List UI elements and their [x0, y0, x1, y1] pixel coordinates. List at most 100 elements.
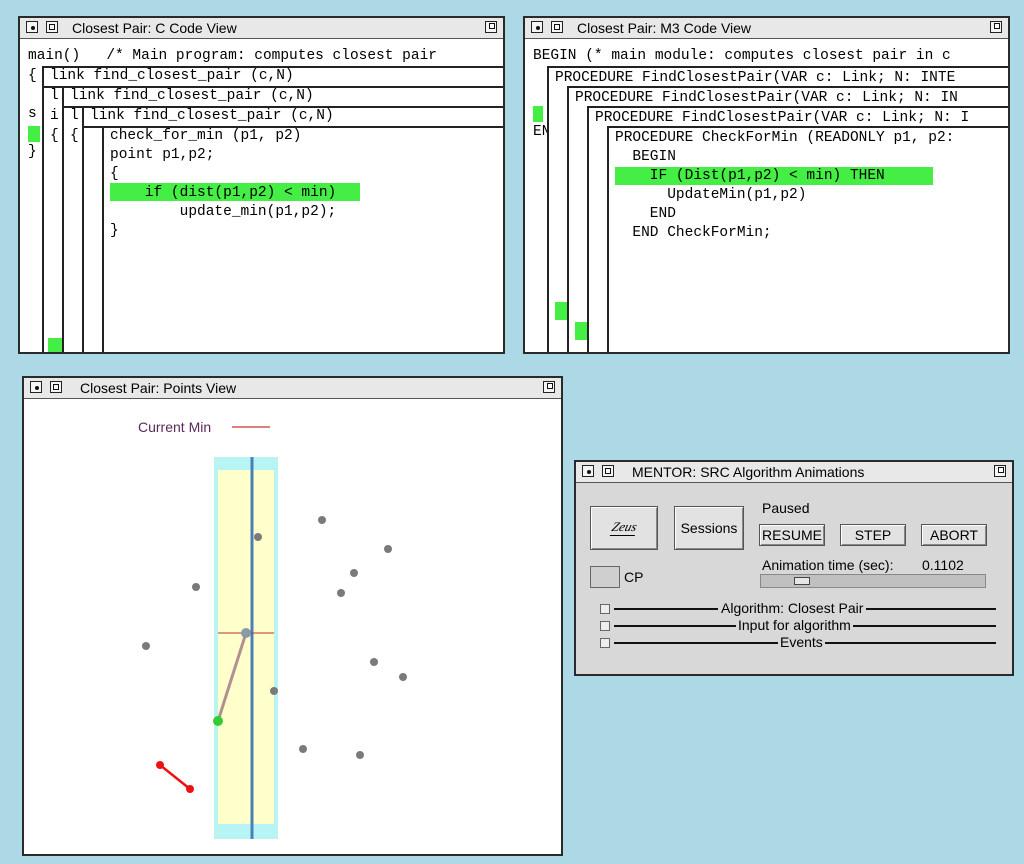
- code-line: {: [28, 68, 37, 84]
- iconify-icon[interactable]: [602, 465, 614, 477]
- point: [356, 751, 364, 759]
- iconify-icon[interactable]: [50, 381, 62, 393]
- algorithm-section[interactable]: Algorithm: Closest Pair: [600, 600, 996, 616]
- point: [318, 516, 326, 524]
- point: [370, 658, 378, 666]
- c-code-view-titlebar[interactable]: Closest Pair: C Code View: [20, 18, 503, 39]
- status-text: Paused: [762, 500, 810, 516]
- abort-label: ABORT: [930, 527, 978, 543]
- animation-time-value: 0.1102: [922, 557, 964, 573]
- events-section[interactable]: Events: [600, 634, 996, 650]
- point: [337, 589, 345, 597]
- code-line: BEGIN: [615, 149, 676, 165]
- candidate-point-green: [213, 716, 223, 726]
- min-pair-point: [186, 785, 194, 793]
- code-line: {: [70, 128, 79, 144]
- maximize-icon[interactable]: [485, 21, 497, 33]
- abort-button[interactable]: ABORT: [921, 524, 987, 546]
- candidate-strip: [218, 470, 274, 824]
- point: [384, 545, 392, 553]
- point: [192, 583, 200, 591]
- point: [350, 569, 358, 577]
- m3-code-view-window: Closest Pair: M3 Code View BEGIN (* main…: [523, 16, 1010, 354]
- code-pane-check-for-min[interactable]: link find_closest_pair (c,N) check_for_m…: [82, 106, 503, 352]
- iconify-icon[interactable]: [551, 21, 563, 33]
- code-line-current: if (dist(p1,p2) < min): [110, 185, 337, 201]
- window-title: Closest Pair: C Code View: [72, 20, 237, 36]
- execution-marker: [48, 338, 62, 352]
- point: [142, 642, 150, 650]
- cp-checkbox[interactable]: [590, 566, 620, 588]
- point: [254, 533, 262, 541]
- points-view-titlebar[interactable]: Closest Pair: Points View: [24, 378, 561, 399]
- maximize-icon[interactable]: [543, 381, 555, 393]
- cp-label: CP: [624, 569, 644, 585]
- min-pair-point: [156, 761, 164, 769]
- code-line: PROCEDURE CheckForMin (READONLY p1, p2:: [615, 130, 955, 146]
- window-menu-icon[interactable]: [531, 21, 543, 33]
- points-canvas[interactable]: Current Min: [24, 400, 561, 856]
- window-title: MENTOR: SRC Algorithm Animations: [632, 464, 865, 480]
- animation-time-slider[interactable]: [760, 574, 986, 588]
- execution-marker: [533, 106, 543, 122]
- resume-button[interactable]: RESUME: [759, 524, 825, 546]
- point: [299, 745, 307, 753]
- code-line: update_min(p1,p2);: [110, 204, 337, 220]
- sessions-label: Sessions: [680, 520, 738, 536]
- resume-label: RESUME: [762, 527, 822, 543]
- step-label: STEP: [854, 527, 892, 543]
- animation-time-label: Animation time (sec):: [762, 557, 894, 573]
- code-line: s: [28, 106, 37, 122]
- step-button[interactable]: STEP: [840, 524, 906, 546]
- expand-toggle-icon[interactable]: [600, 604, 610, 614]
- mentor-window: MENTOR: SRC Algorithm Animations Zeus Se…: [574, 460, 1014, 676]
- mentor-titlebar[interactable]: MENTOR: SRC Algorithm Animations: [576, 462, 1012, 483]
- code-line: END CheckForMin;: [615, 225, 772, 241]
- c-code-view-window: Closest Pair: C Code View main() /* Main…: [18, 16, 505, 354]
- code-line: link find_closest_pair (c,N): [70, 88, 314, 104]
- window-menu-icon[interactable]: [30, 381, 42, 393]
- code-line: {: [50, 128, 59, 144]
- code-line: END: [615, 206, 676, 222]
- iconify-icon[interactable]: [46, 21, 58, 33]
- maximize-icon[interactable]: [990, 21, 1002, 33]
- point: [270, 687, 278, 695]
- window-title: Closest Pair: Points View: [80, 380, 237, 396]
- window-title: Closest Pair: M3 Code View: [577, 20, 752, 36]
- algorithm-label: Algorithm: Closest Pair: [718, 600, 867, 616]
- code-line: }: [28, 144, 37, 160]
- expand-toggle-icon[interactable]: [600, 621, 610, 631]
- code-line: link find_closest_pair (c,N): [50, 68, 294, 84]
- slider-thumb[interactable]: [794, 577, 810, 585]
- sessions-button[interactable]: Sessions: [674, 506, 744, 550]
- m3-code-panes: BEGIN (* main module: computes closest p…: [525, 40, 1008, 352]
- window-menu-icon[interactable]: [582, 465, 594, 477]
- input-label: Input for algorithm: [736, 617, 853, 633]
- code-line-current: IF (Dist(p1,p2) < min) THEN: [615, 168, 885, 184]
- code-pane-check-for-min[interactable]: PROCEDURE CheckForMin (READONLY p1, p2: …: [607, 126, 1008, 352]
- expand-toggle-icon[interactable]: [600, 638, 610, 648]
- code-line: PROCEDURE FindClosestPair(VAR c: Link; N…: [575, 90, 958, 106]
- m3-code-view-titlebar[interactable]: Closest Pair: M3 Code View: [525, 18, 1008, 39]
- legend-label: Current Min: [138, 419, 211, 435]
- code-line: PROCEDURE FindClosestPair(VAR c: Link; N…: [595, 110, 970, 126]
- candidate-point: [241, 628, 251, 638]
- c-code-panes: main() /* Main program: computes closest…: [20, 40, 503, 352]
- zeus-logo-icon: Zeus: [609, 519, 639, 536]
- code-line: PROCEDURE FindClosestPair(VAR c: Link; N…: [555, 70, 956, 86]
- point: [399, 673, 407, 681]
- code-line: main() /* Main program: computes closest…: [28, 48, 437, 64]
- code-line: }: [110, 223, 119, 239]
- code-line: i: [50, 108, 59, 124]
- zeus-button[interactable]: Zeus: [590, 506, 658, 550]
- min-pair-line: [159, 764, 191, 790]
- maximize-icon[interactable]: [994, 465, 1006, 477]
- execution-marker: [28, 126, 40, 142]
- code-line: point p1,p2;: [110, 147, 215, 163]
- code-line: UpdateMin(p1,p2): [615, 187, 807, 203]
- code-line: link find_closest_pair (c,N): [90, 108, 334, 124]
- code-line: BEGIN (* main module: computes closest p…: [533, 48, 951, 64]
- code-line: {: [110, 166, 119, 182]
- window-menu-icon[interactable]: [26, 21, 38, 33]
- input-section[interactable]: Input for algorithm: [600, 617, 996, 633]
